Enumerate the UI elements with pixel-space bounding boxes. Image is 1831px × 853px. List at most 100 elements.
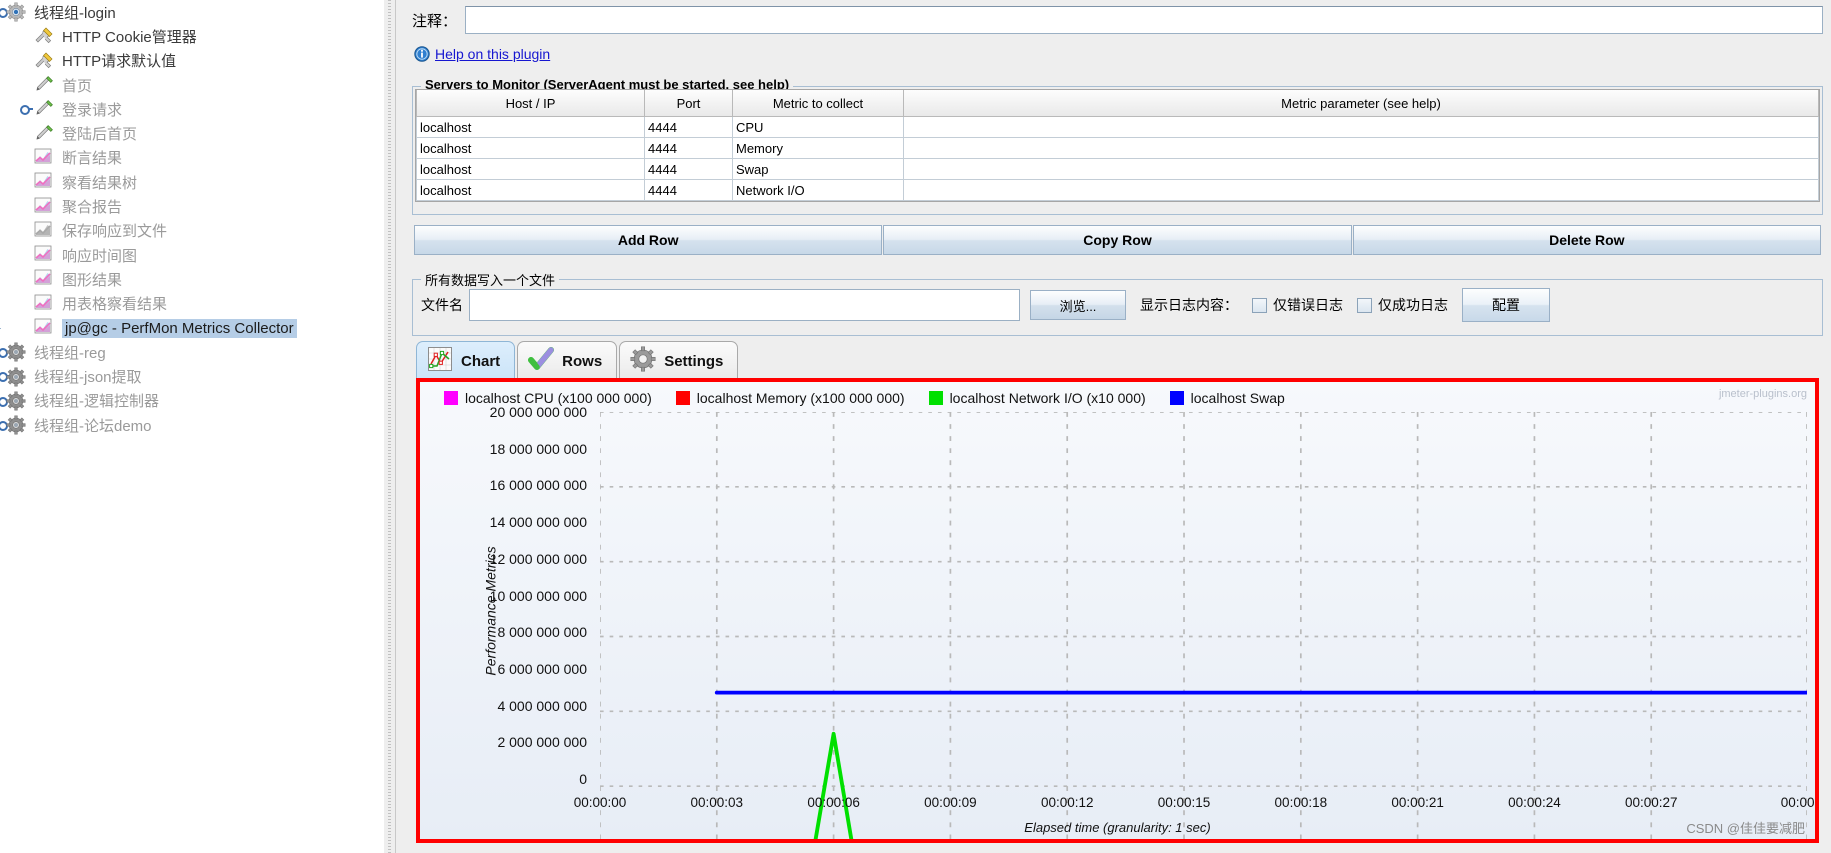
tree-item-label: 断言结果: [62, 150, 123, 168]
add-row-button[interactable]: Add Row: [414, 225, 883, 255]
table-cell[interactable]: 4444: [644, 116, 733, 138]
legend-label: localhost Swap: [1190, 390, 1285, 406]
comment-row: 注释：: [412, 6, 1823, 34]
show-log-label: 显示日志内容：: [1140, 297, 1238, 313]
table-cell[interactable]: localhost: [416, 179, 645, 201]
split-divider[interactable]: [384, 0, 396, 853]
column-header[interactable]: Port: [644, 90, 733, 117]
tree-item[interactable]: 断言结果: [0, 146, 384, 170]
checkbox-box[interactable]: [1252, 297, 1267, 313]
tree-item[interactable]: 线程组-reg: [0, 340, 384, 364]
legend-item[interactable]: localhost Memory (x100 000 000): [675, 390, 905, 406]
tree-item-label: 线程组-reg: [34, 344, 106, 362]
tree-item-label: 响应时间图: [62, 247, 138, 265]
gear-icon: [6, 415, 28, 435]
tree-item[interactable]: 线程组-json提取: [0, 364, 384, 388]
tree-item[interactable]: 保存响应到文件: [0, 219, 384, 243]
tree-item-label: 线程组-逻辑控制器: [34, 393, 159, 411]
table-cell[interactable]: 4444: [644, 137, 733, 159]
table-row[interactable]: localhost 4444 Swap: [416, 158, 1819, 180]
y-tick-label: 18 000 000 000: [489, 440, 587, 457]
tree-item[interactable]: 图形结果: [0, 267, 384, 291]
tree-item[interactable]: 线程组-login: [0, 0, 384, 24]
tree-item[interactable]: jp@gc - PerfMon Metrics Collector: [0, 316, 384, 340]
result-tabs[interactable]: Chart Rows Settings: [416, 340, 740, 380]
tree-item[interactable]: 登录请求: [0, 97, 384, 121]
panel-body: 注释： Help on this plugin Servers to Monit…: [396, 0, 1831, 853]
table-cell[interactable]: Network I/O: [732, 179, 904, 201]
table-cell[interactable]: 4444: [644, 179, 733, 201]
legend-item[interactable]: localhost Network I/O (x10 000): [928, 390, 1146, 406]
tab-settings[interactable]: Settings: [619, 341, 739, 380]
tree-item-label: 线程组-论坛demo: [34, 417, 152, 435]
table-cell[interactable]: localhost: [416, 137, 645, 159]
comment-input[interactable]: [465, 6, 1823, 34]
tree-item[interactable]: HTTP Cookie管理器: [0, 24, 384, 48]
table-header-row[interactable]: Host / IP Port Metric to collect Metric par…: [416, 90, 1819, 117]
tab-chart[interactable]: Chart: [416, 341, 516, 380]
tree-item-label: 线程组-login: [34, 4, 116, 22]
table-body[interactable]: localhost 4444 CPU localhost 4444 Memory local…: [416, 116, 1819, 201]
chart-plot: [600, 412, 1807, 839]
tab-label: Settings: [664, 352, 724, 370]
table-cell[interactable]: [903, 158, 1819, 180]
tree-item[interactable]: 线程组-逻辑控制器: [0, 389, 384, 413]
table-cell[interactable]: Swap: [732, 158, 904, 180]
tree-toggle-handle[interactable]: [20, 105, 34, 116]
servers-table-wrap: Host / IP Port Metric to collect Metric par…: [415, 89, 1820, 202]
pencil-icon: [34, 75, 56, 95]
table-cell[interactable]: [903, 179, 1819, 201]
table-cell[interactable]: localhost: [416, 116, 645, 138]
only-error-log-checkbox[interactable]: 仅错误日志: [1252, 295, 1343, 315]
check-icon: [528, 346, 562, 376]
table-cell[interactable]: Memory: [732, 137, 904, 159]
y-tick-label: 6 000 000 000: [497, 660, 587, 677]
tree-item[interactable]: 首页: [0, 73, 384, 97]
test-plan-tree[interactable]: 线程组-login HTTP Cookie管理器 HTTP请求默认值 首页 登录…: [0, 0, 384, 853]
tree-item[interactable]: 线程组-论坛demo: [0, 413, 384, 437]
tree-item[interactable]: 聚合报告: [0, 194, 384, 218]
table-row[interactable]: localhost 4444 CPU: [416, 116, 1819, 138]
gear-icon: [630, 346, 664, 376]
tree-item-label: 线程组-json提取: [34, 369, 142, 387]
column-header[interactable]: Metric to collect: [732, 90, 904, 117]
tree-item-label: 用表格察看结果: [62, 296, 168, 314]
tree-item[interactable]: 响应时间图: [0, 243, 384, 267]
y-axis-ticks: 20 000 000 000 18 000 000 000 16 000 000 0…: [448, 404, 593, 787]
legend-swatch: [675, 391, 690, 405]
tree-item[interactable]: 用表格察看结果: [0, 292, 384, 316]
browse-button[interactable]: 浏览...: [1030, 290, 1126, 320]
comment-label: 注释：: [412, 12, 458, 30]
table-cell[interactable]: [903, 137, 1819, 159]
tree-item[interactable]: 登陆后首页: [0, 121, 384, 145]
tree-item[interactable]: 察看结果树: [0, 170, 384, 194]
servers-table[interactable]: Host / IP Port Metric to collect Metric par…: [416, 90, 1819, 201]
table-cell[interactable]: [903, 116, 1819, 138]
copy-row-button[interactable]: Copy Row: [883, 225, 1352, 255]
help-on-this-plugin-link[interactable]: Help on this plugin: [435, 46, 550, 62]
table-row[interactable]: localhost 4444 Network I/O: [416, 179, 1819, 201]
checkbox-box[interactable]: [1357, 297, 1372, 313]
x-tick-label: 00:00:24: [1508, 795, 1561, 810]
column-header[interactable]: Host / IP: [416, 90, 645, 117]
table-cell[interactable]: CPU: [732, 116, 904, 138]
only-success-log-checkbox[interactable]: 仅成功日志: [1357, 295, 1448, 315]
tab-rows[interactable]: Rows: [517, 341, 618, 380]
table-cell[interactable]: 4444: [644, 158, 733, 180]
servers-to-monitor-group: Servers to Monitor (ServerAgent must be …: [412, 77, 1823, 215]
tab-label: Chart: [461, 352, 501, 370]
tree-item[interactable]: HTTP请求默认值: [0, 49, 384, 73]
configure-button[interactable]: 配置: [1462, 288, 1550, 322]
filename-input[interactable]: [469, 289, 1020, 321]
table-cell[interactable]: localhost: [416, 158, 645, 180]
column-header[interactable]: Metric parameter (see help): [903, 90, 1819, 117]
table-row[interactable]: localhost 4444 Memory: [416, 137, 1819, 159]
delete-row-button[interactable]: Delete Row: [1352, 225, 1821, 255]
legend-item[interactable]: localhost Swap: [1169, 390, 1285, 406]
plugin-config-panel: 注释： Help on this plugin Servers to Monit…: [384, 0, 1831, 853]
legend-label: localhost Memory (x100 000 000): [696, 390, 905, 406]
tree-item-label: 察看结果树: [62, 174, 138, 192]
y-tick-label: 12 000 000 000: [489, 550, 587, 567]
y-tick-label: 16 000 000 000: [489, 477, 587, 494]
graph-icon: [34, 318, 56, 338]
